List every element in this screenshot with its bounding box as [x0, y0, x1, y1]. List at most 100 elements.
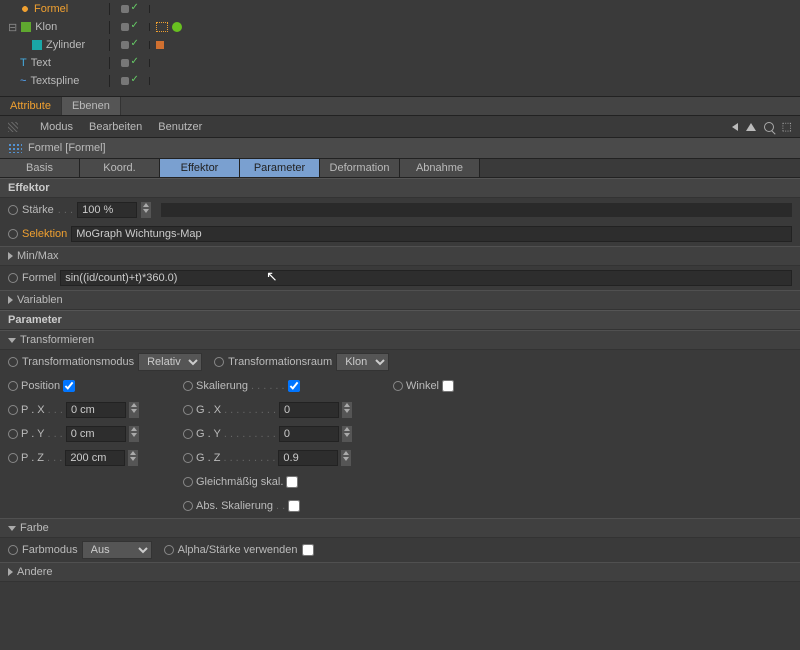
chk-position[interactable] [63, 380, 75, 392]
subgroup-andere[interactable]: Andere [0, 562, 800, 582]
enable-check-icon[interactable] [131, 23, 139, 31]
cylinder-icon [32, 40, 42, 50]
chk-skalierung[interactable] [288, 380, 300, 392]
tree-item-text[interactable]: TText [0, 54, 800, 72]
sectab-koord[interactable]: Koord. [80, 159, 160, 177]
sectab-basis[interactable]: Basis [0, 159, 80, 177]
select-transraum[interactable]: Klon [336, 353, 389, 371]
anim-dot-pz[interactable] [8, 453, 18, 463]
tree-item-textspline[interactable]: ~Textspline [0, 72, 800, 90]
spinner-gy[interactable] [342, 426, 352, 442]
formula-title-icon [8, 143, 22, 153]
subgroup-farbe[interactable]: Farbe [0, 518, 800, 538]
tree-item-formel[interactable]: Formel [0, 0, 800, 18]
tag-selection-icon[interactable] [156, 22, 168, 32]
subgroup-variablen[interactable]: Variablen [0, 290, 800, 310]
anim-dot-skalierung[interactable] [183, 381, 193, 391]
group-effektor: Effektor [0, 178, 800, 198]
sectab-deformation[interactable]: Deformation [320, 159, 400, 177]
input-py[interactable] [66, 426, 126, 442]
visibility-dot[interactable] [121, 23, 129, 31]
anim-dot-winkel[interactable] [393, 381, 403, 391]
anim-dot-py[interactable] [8, 429, 18, 439]
label-staerke: Stärke [22, 204, 54, 216]
anim-dot-staerke[interactable] [8, 205, 18, 215]
input-gx[interactable] [279, 402, 339, 418]
menu-benutzer[interactable]: Benutzer [158, 121, 202, 133]
input-px[interactable] [66, 402, 126, 418]
lock-icon[interactable]: ⬚ [782, 120, 792, 133]
anim-dot-farbmodus[interactable] [8, 545, 18, 555]
visibility-dot[interactable] [121, 41, 129, 49]
anim-dot-selektion[interactable] [8, 229, 18, 239]
tag-material-icon[interactable] [172, 22, 182, 32]
chk-gleich[interactable] [286, 476, 298, 488]
chk-winkel[interactable] [442, 380, 454, 392]
chk-abs[interactable] [288, 500, 300, 512]
anim-dot-px[interactable] [8, 405, 18, 415]
spinner-pz[interactable] [128, 450, 138, 466]
cloner-icon [21, 22, 31, 32]
anim-dot-transraum[interactable] [214, 357, 224, 367]
select-transmodus[interactable]: Relativ [138, 353, 202, 371]
visibility-dot[interactable] [121, 59, 129, 67]
search-icon[interactable] [764, 122, 774, 132]
anim-dot-transmodus[interactable] [8, 357, 18, 367]
label-formel: Formel [22, 272, 56, 284]
menu-modus[interactable]: Modus [40, 121, 73, 133]
anim-dot-abs[interactable] [183, 501, 193, 511]
spinner-px[interactable] [129, 402, 139, 418]
input-formel[interactable] [60, 270, 792, 286]
input-gy[interactable] [279, 426, 339, 442]
anim-dot-gy[interactable] [183, 429, 193, 439]
tab-attribute[interactable]: Attribute [0, 97, 62, 115]
enable-check-icon[interactable] [131, 59, 139, 67]
anim-dot-gx[interactable] [183, 405, 193, 415]
subgroup-minmax[interactable]: Min/Max [0, 246, 800, 266]
subgroup-transformieren[interactable]: Transformieren [0, 330, 800, 350]
grip-icon[interactable] [8, 122, 18, 132]
formula-icon [20, 4, 30, 14]
enable-check-icon[interactable] [131, 77, 139, 85]
anim-dot-formel[interactable] [8, 273, 18, 283]
panel-tabs: Attribute Ebenen [0, 96, 800, 116]
back-icon[interactable] [732, 123, 738, 131]
input-staerke[interactable] [77, 202, 137, 218]
slider-staerke[interactable] [161, 203, 792, 217]
label-transmodus: Transformationsmodus [22, 356, 134, 368]
label-selektion: Selektion [22, 228, 67, 240]
attribute-menu-bar: Modus Bearbeiten Benutzer ⬚ [0, 116, 800, 138]
spinner-gx[interactable] [342, 402, 352, 418]
up-icon[interactable] [746, 123, 756, 131]
visibility-dot[interactable] [121, 77, 129, 85]
spline-icon: ~ [20, 75, 26, 87]
visibility-dot[interactable] [121, 5, 129, 13]
tree-item-zylinder[interactable]: Zylinder [0, 36, 800, 54]
sectab-abnahme[interactable]: Abnahme [400, 159, 480, 177]
anim-dot-gz[interactable] [183, 453, 193, 463]
tree-item-klon[interactable]: ⊟Klon [0, 18, 800, 36]
chk-alpha[interactable] [302, 544, 314, 556]
anim-dot-alpha[interactable] [164, 545, 174, 555]
spinner-py[interactable] [129, 426, 139, 442]
menu-bearbeiten[interactable]: Bearbeiten [89, 121, 142, 133]
object-tree: Formel ⊟Klon Zylinder TText ~Textspline [0, 0, 800, 90]
enable-check-icon[interactable] [131, 5, 139, 13]
tag-small-icon[interactable] [156, 41, 164, 49]
spinner-gz[interactable] [341, 450, 351, 466]
sectab-effektor[interactable]: Effektor [160, 159, 240, 177]
spinner-staerke[interactable] [141, 202, 151, 218]
input-pz[interactable] [65, 450, 125, 466]
anim-dot-position[interactable] [8, 381, 18, 391]
enable-check-icon[interactable] [131, 41, 139, 49]
input-selektion[interactable] [71, 226, 792, 242]
anim-dot-gleich[interactable] [183, 477, 193, 487]
section-tabs: Basis Koord. Effektor Parameter Deformat… [0, 158, 800, 178]
input-gz[interactable] [278, 450, 338, 466]
select-farbmodus[interactable]: Aus [82, 541, 152, 559]
object-title: Formel [Formel] [0, 138, 800, 158]
sectab-parameter[interactable]: Parameter [240, 159, 320, 177]
tab-ebenen[interactable]: Ebenen [62, 97, 121, 115]
label-transraum: Transformationsraum [228, 356, 332, 368]
label-farbmodus: Farbmodus [22, 544, 78, 556]
